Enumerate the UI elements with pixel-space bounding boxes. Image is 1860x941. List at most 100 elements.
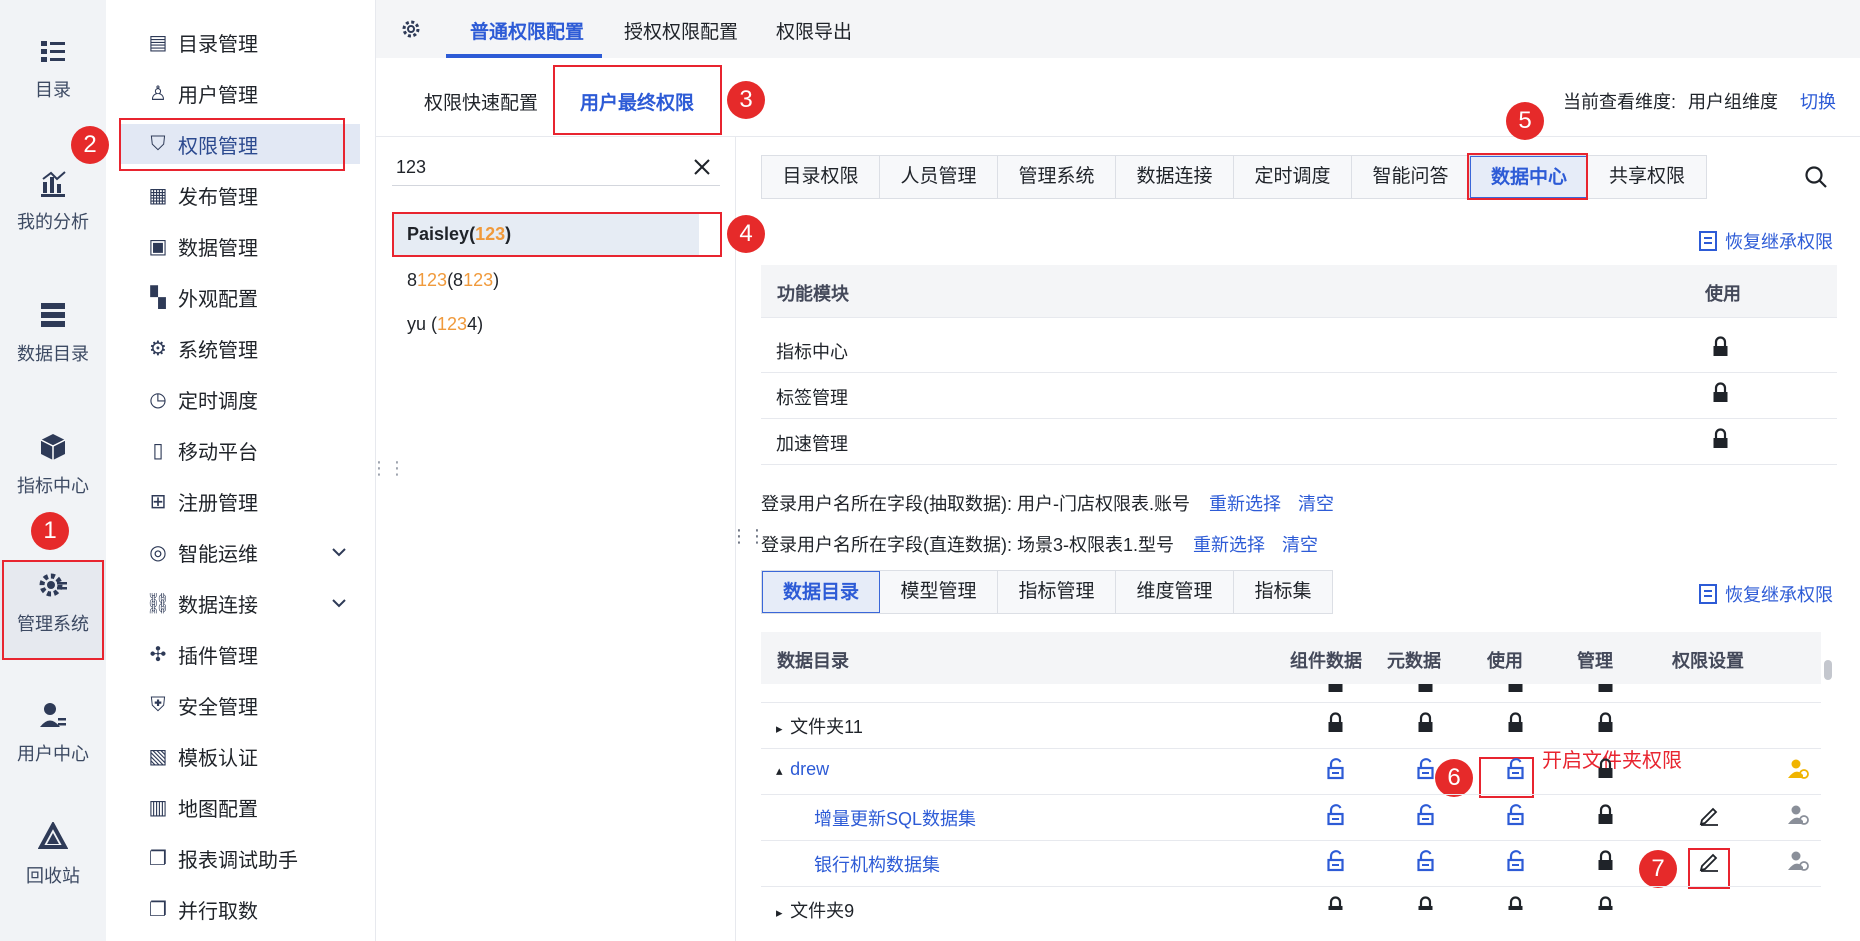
step-badge-4: 4 [727,215,765,253]
locked-icon[interactable] [1326,684,1345,694]
locked-icon[interactable] [1416,896,1435,910]
step-badge-3: 3 [727,81,765,119]
search-icon[interactable] [1804,165,1828,189]
locked-icon[interactable] [1711,382,1730,409]
reselect-link[interactable]: 重新选择 [1193,535,1265,555]
menu-item-registration[interactable]: ⊞ 注册管理 [120,481,360,521]
clear-link[interactable]: 清空 [1298,494,1334,514]
locked-icon[interactable] [1596,684,1615,694]
tab-permission-export[interactable]: 权限导出 [776,17,852,44]
rail-item-metric-center[interactable]: 指标中心 [0,432,106,498]
rail-label: 数据目录 [17,344,89,364]
unlocked-icon[interactable] [1326,804,1345,831]
rail-item-recycle-bin[interactable]: 回收站 [0,822,106,888]
tab-metric-set[interactable]: 指标集 [1234,571,1332,613]
menu-item-plugin-management[interactable]: ✣ 插件管理 [120,634,360,674]
unlocked-icon[interactable] [1326,850,1345,877]
data-table-row[interactable]: ▸ 文件夹11 [776,713,863,739]
locked-icon[interactable] [1506,896,1525,910]
restore-inherit-button[interactable]: 恢复继承权限 [1699,228,1833,254]
locked-icon[interactable] [1326,712,1345,739]
data-table-row[interactable]: ▴ drew [776,759,829,780]
unlocked-icon[interactable] [1326,758,1345,785]
locked-icon[interactable] [1596,804,1615,831]
menu-item-publish-management[interactable]: ▦ 发布管理 [120,175,360,215]
clear-search-icon[interactable] [692,157,712,177]
recycle-icon [38,822,68,849]
menu-item-schedule[interactable]: ◷ 定时调度 [120,379,360,419]
tab-dimension-management[interactable]: 维度管理 [1116,571,1234,613]
tab-personnel[interactable]: 人员管理 [880,156,998,198]
menu-item-mobile-platform[interactable]: ▯ 移动平台 [120,430,360,470]
menu-item-user-management[interactable]: ♙ 用户管理 [120,73,360,113]
menu-item-catalog-management[interactable]: ▤ 目录管理 [120,22,360,62]
user-permission-icon[interactable] [1787,804,1809,831]
splitter-handle-icon[interactable]: ⋮⋮ [370,458,406,479]
menu-item-appearance[interactable]: ▚ 外观配置 [120,277,360,317]
clear-link[interactable]: 清空 [1282,535,1318,555]
unlocked-icon[interactable] [1506,804,1525,831]
menu-item-report-debug[interactable]: ❐ 报表调试助手 [120,838,360,878]
user-search-input[interactable]: 123 [396,157,426,178]
locked-icon[interactable] [1326,896,1345,910]
edit-icon[interactable] [1698,850,1720,877]
locked-icon[interactable] [1711,428,1730,455]
tab-schedule[interactable]: 定时调度 [1234,156,1352,198]
switch-dimension-link[interactable]: 切换 [1800,88,1836,114]
locked-icon[interactable] [1596,712,1615,739]
menu-item-template-auth[interactable]: ▧ 模板认证 [120,736,360,776]
tab-share-permission[interactable]: 共享权限 [1588,156,1706,198]
tab-normal-permission[interactable]: 普通权限配置 [470,17,584,44]
tab-metric-management[interactable]: 指标管理 [998,571,1116,613]
rail-item-data-catalog[interactable]: 数据目录 [0,300,106,366]
scrollbar-thumb[interactable] [1824,660,1832,680]
user-row-8123[interactable]: 8 123 (8 123) [393,259,699,301]
locked-icon[interactable] [1596,758,1615,785]
menu-item-map-config[interactable]: ▥ 地图配置 [120,787,360,827]
menu-item-parallel-fetch[interactable]: ❐ 并行取数 [120,889,360,929]
tab-smart-qa[interactable]: 智能问答 [1352,156,1470,198]
restore-inherit-button-2[interactable]: 恢复继承权限 [1699,581,1833,607]
data-table-row[interactable]: 银行机构数据集 [814,851,940,877]
rail-item-user-center[interactable]: 用户中心 [0,700,106,766]
settings-gear-icon[interactable] [400,18,422,40]
unlocked-icon[interactable] [1506,758,1525,785]
expand-arrow-icon[interactable]: ▸ [776,721,786,736]
locked-icon[interactable] [1596,896,1615,910]
tab-catalog-permission[interactable]: 目录权限 [762,156,880,198]
data-table-row[interactable]: 增量更新SQL数据集 [814,805,976,831]
edit-icon[interactable] [1698,804,1720,831]
tab-model-management[interactable]: 模型管理 [880,571,998,613]
user-permission-icon[interactable] [1787,850,1809,877]
locked-icon[interactable] [1416,684,1435,694]
unlocked-icon[interactable] [1416,804,1435,831]
reselect-link[interactable]: 重新选择 [1209,494,1281,514]
tab-admin-system[interactable]: 管理系统 [998,156,1116,198]
menu-item-data-management[interactable]: ▣ 数据管理 [120,226,360,266]
unlocked-icon[interactable] [1416,758,1435,785]
unlocked-icon[interactable] [1506,850,1525,877]
locked-icon[interactable] [1596,850,1615,877]
menu-item-intelligent-ops[interactable]: ◎ 智能运维 [120,532,360,572]
rail-item-catalog[interactable]: 目录 [0,36,106,102]
user-row-yu[interactable]: yu (123 4) [393,303,699,345]
row-name: 增量更新SQL数据集 [814,809,977,829]
rail-item-my-analysis[interactable]: 我的分析 [0,168,106,234]
user-permission-active-icon[interactable] [1787,758,1809,785]
menu-item-security-management[interactable]: ⛨ 安全管理 [120,685,360,725]
expand-arrow-icon[interactable]: ▸ [776,905,786,920]
locked-icon[interactable] [1506,684,1525,694]
locked-icon[interactable] [1416,712,1435,739]
menu-item-data-connection[interactable]: ⛓ 数据连接 [120,583,360,623]
data-table-row[interactable]: ▸ 文件夹9 [776,897,854,923]
collapse-arrow-icon[interactable]: ▴ [776,763,786,778]
menu-item-system-management[interactable]: ⚙ 系统管理 [120,328,360,368]
tab-data-connection[interactable]: 数据连接 [1116,156,1234,198]
locked-icon[interactable] [1506,712,1525,739]
tab-quick-config[interactable]: 权限快速配置 [424,88,538,115]
tab-data-catalog[interactable]: 数据目录 [762,571,880,613]
dimension-label: 当前查看维度: [1563,92,1677,112]
locked-icon[interactable] [1711,336,1730,363]
unlocked-icon[interactable] [1416,850,1435,877]
tab-grant-permission[interactable]: 授权权限配置 [624,17,738,44]
